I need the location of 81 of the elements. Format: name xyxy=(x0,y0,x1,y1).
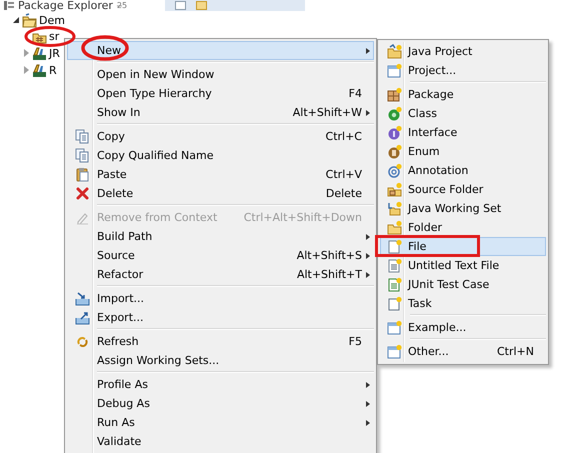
menu-item[interactable]: Profile As xyxy=(67,375,374,394)
menu-item[interactable]: Task xyxy=(380,294,546,313)
menu-item[interactable]: Import... xyxy=(67,289,374,308)
menu-item[interactable]: Java Working Set xyxy=(380,199,546,218)
tree-item[interactable]: sr xyxy=(49,30,60,42)
shortcut-text: Ctrl+C xyxy=(326,130,362,143)
submenu-arrow-icon xyxy=(366,420,370,426)
shortcut-text: Ctrl+V xyxy=(326,168,362,181)
books-icon xyxy=(32,46,47,60)
menu-item[interactable]: Delete Delete xyxy=(67,184,374,203)
shortcut-text: F5 xyxy=(348,335,362,348)
menu-item[interactable]: Copy Ctrl+C xyxy=(67,127,374,146)
menu-item[interactable]: New xyxy=(67,41,374,60)
menu-item[interactable]: JUnit Test Case xyxy=(380,275,546,294)
books-icon xyxy=(32,62,47,78)
menu-item[interactable]: Class xyxy=(380,104,546,123)
tree-item[interactable]: Dem xyxy=(39,14,65,26)
project-folder-icon xyxy=(22,12,37,28)
menu-item[interactable]: Copy Qualified Name xyxy=(67,146,374,165)
menu-item[interactable]: Assign Working Sets... xyxy=(67,351,374,370)
folder-icon xyxy=(387,201,402,216)
tray-arrow-icon xyxy=(75,291,90,306)
shortcut-text: Alt+Shift+S xyxy=(296,249,362,262)
menu-item[interactable]: Folder xyxy=(380,218,546,237)
shortcut-text: F4 xyxy=(348,87,362,100)
document-stack-icon xyxy=(75,129,90,144)
folder-icon xyxy=(387,220,402,235)
list-icon xyxy=(4,1,14,10)
submenu-arrow-icon xyxy=(366,382,370,388)
menu-item[interactable]: Java Project xyxy=(380,42,546,61)
submenu-arrow-icon xyxy=(366,400,370,406)
shortcut-text: Ctrl+Alt+Shift+Down xyxy=(244,211,362,224)
menu-item[interactable]: Refresh F5 xyxy=(67,332,374,351)
menu-item[interactable]: Paste Ctrl+V xyxy=(67,165,374,184)
annotation-icon xyxy=(387,163,402,178)
menu-item[interactable]: Source Folder xyxy=(380,180,546,199)
menu-item[interactable]: Example... xyxy=(380,318,546,337)
submenu-arrow-icon xyxy=(366,48,370,54)
interface-icon xyxy=(387,125,402,140)
annotation-circle xyxy=(24,26,76,47)
menu-item[interactable]: Build Path xyxy=(67,227,374,246)
menu-item[interactable]: Source Alt+Shift+S xyxy=(67,246,374,265)
annotation-circle xyxy=(80,34,130,62)
tray-arrow-icon xyxy=(75,310,90,325)
menu-item[interactable]: Project... xyxy=(380,61,546,80)
file-icon xyxy=(387,239,402,254)
menu-item[interactable]: Interface xyxy=(380,123,546,142)
menu-item[interactable]: Other... Ctrl+N xyxy=(380,342,546,361)
package-icon xyxy=(387,87,402,102)
shortcut-text: Ctrl+N xyxy=(496,345,534,358)
clipboard-icon xyxy=(75,167,90,182)
menu-item[interactable]: Refactor Alt+Shift+T xyxy=(67,265,374,284)
menu-item[interactable]: Debug As xyxy=(67,394,374,413)
class-icon xyxy=(387,106,402,121)
tab-count: 2̶5 xyxy=(116,0,128,11)
submenu-arrow-icon xyxy=(366,110,370,116)
folder-icon xyxy=(387,182,402,197)
shortcut-text: Delete xyxy=(326,187,362,200)
submenu-arrow-icon xyxy=(366,272,370,278)
view-title[interactable]: Package Explorer xyxy=(18,0,113,11)
enum-icon xyxy=(387,144,402,159)
refresh-icon xyxy=(75,334,90,349)
menu-item[interactable]: Run As xyxy=(67,413,374,432)
delete-icon xyxy=(75,186,90,201)
submenu-arrow-icon xyxy=(366,234,370,240)
menu-item[interactable]: Enum xyxy=(380,142,546,161)
folder-icon xyxy=(387,44,402,59)
menu-item[interactable]: Package xyxy=(380,85,546,104)
tree-item[interactable]: R xyxy=(49,64,57,76)
menu-item[interactable]: Annotation xyxy=(380,161,546,180)
document-stack-icon xyxy=(75,148,90,163)
submenu-arrow-icon xyxy=(366,252,370,258)
menu-item[interactable]: Untitled Text File xyxy=(380,256,546,275)
menu-item[interactable]: Open in New Window xyxy=(67,65,374,84)
menu-item[interactable]: Open Type Hierarchy F4 xyxy=(67,84,374,103)
tree-item[interactable]: JR xyxy=(49,46,60,60)
shortcut-text: Alt+Shift+T xyxy=(296,268,362,281)
menu-item[interactable]: Export... xyxy=(67,308,374,327)
menu-item[interactable]: Show In Alt+Shift+W xyxy=(67,103,374,122)
shortcut-text: Alt+Shift+W xyxy=(292,106,362,119)
menu-item[interactable]: Validate xyxy=(67,432,374,451)
